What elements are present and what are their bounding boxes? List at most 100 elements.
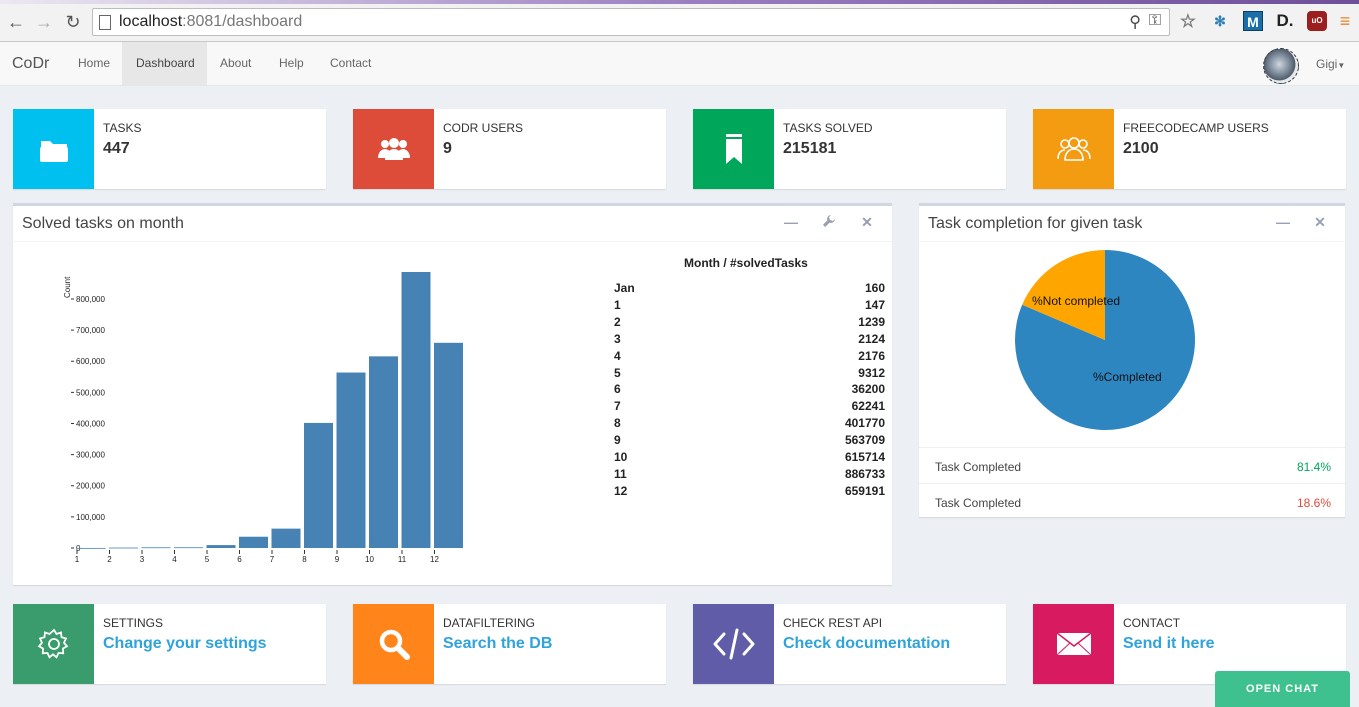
close-icon[interactable]: ✕ bbox=[859, 214, 875, 231]
minimize-icon[interactable]: — bbox=[1275, 214, 1291, 230]
check-documentation-link[interactable]: Check documentation bbox=[783, 635, 950, 653]
bar[interactable] bbox=[109, 547, 138, 549]
stat-value: 215181 bbox=[783, 140, 837, 157]
row-month: Jan bbox=[614, 281, 635, 295]
row-value: 401770 bbox=[844, 416, 885, 431]
wrench-icon[interactable] bbox=[821, 214, 837, 231]
url-host: localhost bbox=[119, 13, 183, 30]
brand-logo[interactable]: CoDr bbox=[12, 55, 49, 73]
url-path: :8081/dashboard bbox=[182, 13, 303, 30]
table-row: Jan 160 bbox=[614, 281, 885, 298]
bar[interactable] bbox=[206, 545, 236, 548]
row-month: 1 bbox=[614, 297, 621, 312]
row-month: 2 bbox=[614, 314, 621, 329]
stat-label: TASKS SOLVED bbox=[783, 121, 873, 135]
stat-value: 2100 bbox=[1123, 140, 1159, 157]
zoom-icon[interactable]: ⚲ bbox=[1129, 12, 1141, 32]
group-outline-icon bbox=[1033, 109, 1114, 189]
y-tick-label: 800,000 bbox=[76, 295, 105, 304]
extension-d-icon[interactable]: D. bbox=[1275, 11, 1295, 31]
completion-row: Task Completed 81.4% bbox=[919, 447, 1345, 483]
y-tick-label: 700,000 bbox=[76, 326, 105, 335]
reload-icon[interactable]: ↻ bbox=[63, 12, 83, 32]
action-box-rest-api[interactable]: CHECK REST API Check documentation bbox=[693, 604, 1006, 684]
action-box-datafiltering[interactable]: DATAFILTERING Search the DB bbox=[353, 604, 666, 684]
change-settings-link[interactable]: Change your settings bbox=[103, 635, 267, 653]
x-tick-label: 2 bbox=[107, 555, 112, 564]
bar[interactable] bbox=[271, 528, 301, 548]
bar[interactable] bbox=[434, 342, 463, 548]
row-month: 5 bbox=[614, 365, 621, 380]
row-month: 10 bbox=[614, 450, 628, 464]
forward-icon[interactable]: → bbox=[34, 12, 54, 32]
y-tick-label: 100,000 bbox=[76, 513, 105, 522]
row-month: 11 bbox=[614, 466, 627, 481]
bar[interactable] bbox=[401, 272, 431, 548]
x-tick-label: 6 bbox=[237, 555, 242, 564]
action-label: CHECK REST API bbox=[783, 616, 883, 630]
bar[interactable] bbox=[239, 536, 268, 548]
solved-tasks-panel: Solved tasks on month — ✕ 0 100,000 200,00… bbox=[13, 203, 892, 585]
x-tick-label: 12 bbox=[430, 555, 439, 564]
table-header: Month / #solvedTasks bbox=[684, 256, 808, 270]
search-icon bbox=[353, 604, 434, 684]
user-avatar[interactable] bbox=[1263, 48, 1299, 84]
bookmark-star-icon[interactable]: ☆ bbox=[1178, 11, 1198, 31]
pie-chart: %Completed %Not completed bbox=[1015, 250, 1195, 430]
folder-icon bbox=[13, 109, 94, 189]
user-menu[interactable]: Gigi▼ bbox=[1316, 57, 1345, 71]
y-tick-label: 300,000 bbox=[76, 451, 105, 460]
y-tick-label: 500,000 bbox=[76, 388, 105, 397]
row-value: 659191 bbox=[844, 483, 885, 498]
panel-header: Solved tasks on month — ✕ bbox=[13, 206, 892, 242]
search-db-link[interactable]: Search the DB bbox=[443, 635, 552, 653]
open-chat-button[interactable]: OPEN CHAT bbox=[1215, 671, 1350, 707]
bar[interactable] bbox=[336, 372, 366, 548]
gear-icon bbox=[13, 604, 94, 684]
bar[interactable] bbox=[141, 547, 171, 549]
extension-m-icon[interactable]: M bbox=[1243, 11, 1263, 31]
address-bar[interactable]: localhost:8081/dashboard ⚲ ⚿ bbox=[92, 8, 1170, 36]
bar[interactable] bbox=[369, 356, 398, 548]
nav-contact[interactable]: Contact bbox=[316, 42, 385, 85]
table-row: 11 886733 bbox=[614, 467, 885, 484]
x-tick-label: 9 bbox=[335, 555, 340, 564]
pie-label: %Completed bbox=[1093, 370, 1162, 384]
bookmark-icon bbox=[693, 109, 774, 189]
browser-menu-icon[interactable]: ≡ bbox=[1335, 11, 1355, 31]
row-value: 1239 bbox=[858, 314, 885, 329]
extension-ublock-icon[interactable]: uO bbox=[1307, 11, 1327, 31]
table-row: 5 9312 bbox=[614, 366, 885, 383]
users-icon bbox=[353, 109, 434, 189]
url-text[interactable]: localhost:8081/dashboard bbox=[119, 13, 302, 31]
action-box-settings[interactable]: SETTINGS Change your settings bbox=[13, 604, 326, 684]
table-row: 3 2124 bbox=[614, 332, 885, 349]
app-navbar: CoDr Home Dashboard About Help Contact bbox=[0, 42, 1359, 86]
extension-network-icon[interactable]: ✻ bbox=[1210, 11, 1230, 31]
x-tick-label: 8 bbox=[302, 555, 307, 564]
window-top-line bbox=[0, 0, 1359, 4]
panel-title: Task completion for given task bbox=[928, 215, 1143, 232]
bar-chart: 0100,000200,000300,000400,000500,000600,… bbox=[63, 272, 463, 564]
nav-home[interactable]: Home bbox=[64, 42, 124, 85]
y-tick-label: 600,000 bbox=[76, 357, 105, 366]
key-icon[interactable]: ⚿ bbox=[1149, 12, 1161, 30]
x-tick-label: 7 bbox=[270, 555, 275, 564]
close-icon[interactable]: ✕ bbox=[1312, 214, 1328, 231]
back-icon[interactable]: ← bbox=[6, 12, 26, 32]
send-it-here-link[interactable]: Send it here bbox=[1123, 635, 1215, 653]
nav-help[interactable]: Help bbox=[265, 42, 318, 85]
row-value: 9312 bbox=[858, 365, 885, 380]
action-label: DATAFILTERING bbox=[443, 616, 536, 630]
bar[interactable] bbox=[76, 547, 106, 549]
bar[interactable] bbox=[304, 422, 333, 548]
y-tick-label: 400,000 bbox=[76, 419, 105, 428]
bar[interactable] bbox=[174, 547, 203, 549]
nav-dashboard[interactable]: Dashboard bbox=[122, 42, 207, 85]
minimize-icon[interactable]: — bbox=[783, 214, 799, 230]
nav-about[interactable]: About bbox=[206, 42, 265, 85]
row-value: 563709 bbox=[844, 433, 885, 448]
action-label: CONTACT bbox=[1123, 616, 1181, 630]
user-name: Gigi bbox=[1316, 57, 1338, 71]
table-row: 12 659191 bbox=[614, 484, 885, 501]
